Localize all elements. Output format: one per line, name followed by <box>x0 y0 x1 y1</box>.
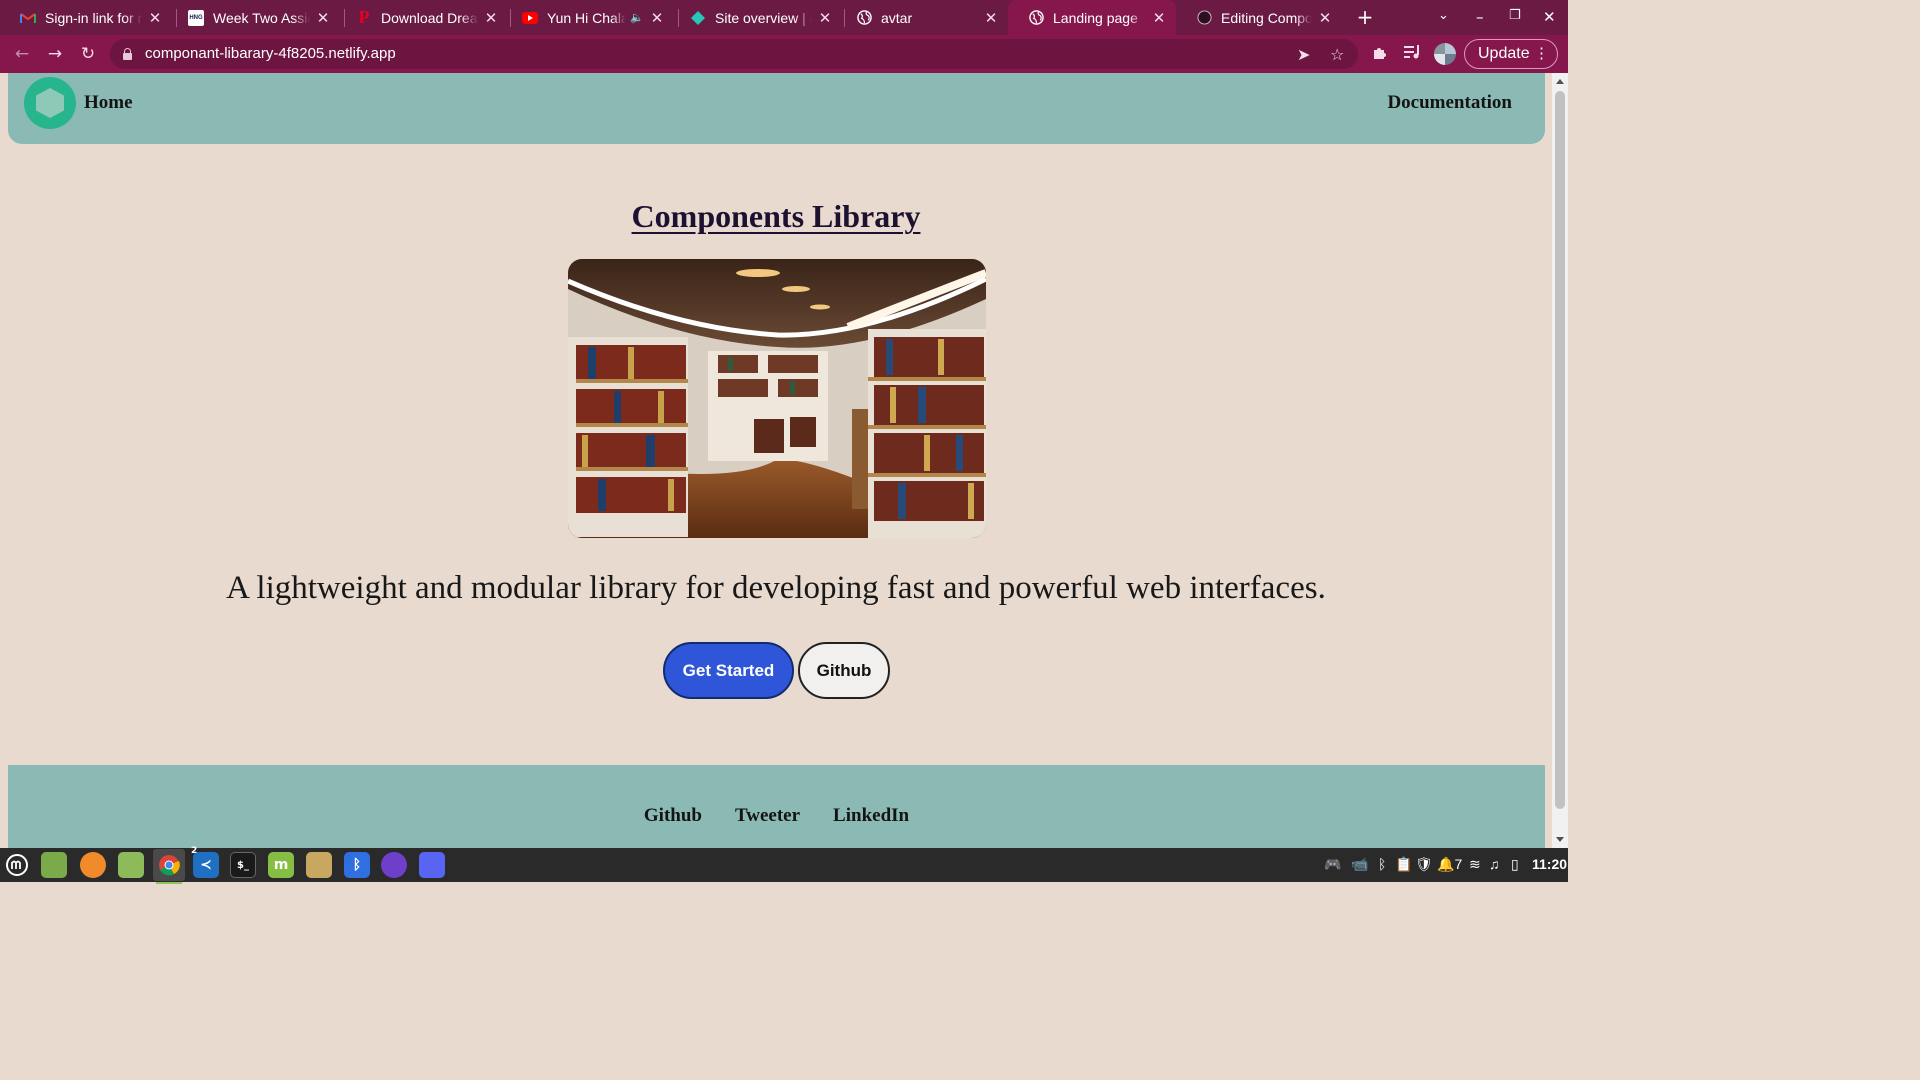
github-button[interactable]: Github <box>798 642 890 699</box>
reload-icon[interactable]: ↻ <box>78 44 98 64</box>
profile-avatar[interactable] <box>1434 43 1456 65</box>
logo-icon[interactable] <box>24 77 76 129</box>
bluetooth-icon[interactable]: ᛒ <box>344 852 370 878</box>
tab-pinterest[interactable]: P Download Dreams ✕ <box>336 0 508 35</box>
clock[interactable]: 11:20 <box>1532 856 1567 872</box>
close-icon[interactable]: ✕ <box>984 9 998 27</box>
wifi-tray-icon[interactable]: ≋ <box>1469 856 1481 873</box>
close-icon[interactable]: ✕ <box>1152 9 1166 27</box>
footer-links: Github Tweeter LinkedIn <box>8 805 1545 827</box>
files-icon[interactable] <box>41 852 67 878</box>
close-icon[interactable]: ✕ <box>1318 9 1332 27</box>
hng-icon: HNG <box>188 9 204 26</box>
send-tab-icon[interactable]: ➤ <box>1297 45 1310 64</box>
hero-image <box>568 259 986 538</box>
more-menu-icon[interactable]: ⋮ <box>1534 40 1549 68</box>
vscode-icon[interactable]: 2 ≺ <box>191 846 219 878</box>
github-desktop-icon[interactable] <box>381 852 407 878</box>
site-header: Home Documentation <box>8 73 1545 144</box>
window-close-icon[interactable]: ✕ <box>1543 8 1556 26</box>
site-footer: Github Tweeter LinkedIn <box>8 765 1545 848</box>
archive-icon[interactable] <box>306 852 332 878</box>
globe-icon <box>856 10 872 26</box>
scroll-down-icon[interactable] <box>1556 837 1564 842</box>
extensions-icon[interactable] <box>1372 44 1388 64</box>
nav-documentation-link[interactable]: Documentation <box>1387 92 1512 114</box>
update-label: Update <box>1478 45 1530 62</box>
zoom-tray-icon[interactable]: 📹 <box>1351 856 1368 873</box>
tab-title: Download Dreams <box>381 9 478 26</box>
netlify-icon <box>690 10 706 26</box>
bookmark-star-icon[interactable]: ☆ <box>1330 45 1344 64</box>
tab-youtube[interactable]: Yun Hi Chala 🔈 ✕ <box>502 0 674 35</box>
footer-link-linkedin[interactable]: LinkedIn <box>833 805 909 827</box>
chrome-icon[interactable] <box>153 849 185 884</box>
music-tray-icon[interactable]: ♫ <box>1489 856 1500 872</box>
youtube-icon <box>522 10 538 26</box>
mint-menu-icon[interactable] <box>4 852 30 878</box>
tab-title: Site overview | co <box>715 9 812 26</box>
clipboard-tray-icon[interactable]: 📋 <box>1395 856 1412 873</box>
web-page: Home Documentation Components Library A … <box>0 73 1552 848</box>
close-icon[interactable]: ✕ <box>818 9 832 27</box>
notification-count: 7 <box>1454 856 1463 872</box>
tab-avtar[interactable]: avtar ✕ <box>836 0 1008 35</box>
address-bar[interactable]: componant-libarary-4f8205.netlify.app ➤ … <box>110 39 1358 69</box>
scrollbar-thumb[interactable] <box>1555 91 1565 809</box>
taskbar: 2 ≺ $_ m ᛒ 🎮 📹 ᛒ 📋 🛡 🔔7 ≋ ♫ ▯ 11:20 <box>0 846 1568 884</box>
url-text[interactable]: componant-libarary-4f8205.netlify.app <box>145 45 396 62</box>
tab-title: Yun Hi Chala <box>547 9 627 26</box>
mint-update-icon[interactable]: m <box>268 852 294 878</box>
tagline: A lightweight and modular library for de… <box>226 570 1326 606</box>
forward-icon[interactable]: → <box>45 44 65 64</box>
firefox-icon[interactable] <box>80 852 106 878</box>
terminal-icon[interactable]: $_ <box>230 852 256 878</box>
nav-home-link[interactable]: Home <box>84 92 133 114</box>
tab-gmail[interactable]: Sign-in link for ne ✕ <box>0 0 172 35</box>
close-icon[interactable]: ✕ <box>484 9 498 27</box>
page-title[interactable]: Components Library <box>0 198 1552 235</box>
new-tab-button[interactable]: + <box>1354 6 1376 28</box>
tab-landing-page[interactable]: Landing page ✕ <box>1008 0 1176 35</box>
pinterest-icon: P <box>358 7 370 27</box>
tab-hng[interactable]: HNG Week Two Assignme ✕ <box>168 0 340 35</box>
tab-github[interactable]: Editing Componen ✕ <box>1176 0 1342 35</box>
scroll-up-icon[interactable] <box>1556 79 1564 84</box>
vscode-badge: 2 <box>191 846 198 856</box>
back-icon[interactable]: ← <box>12 44 32 64</box>
page-scrollbar[interactable] <box>1552 73 1568 848</box>
notifications-tray-icon[interactable]: 🔔7 <box>1437 856 1462 873</box>
speaker-icon[interactable]: 🔈 <box>630 11 644 24</box>
browser-toolbar: ← → ↻ componant-libarary-4f8205.netlify.… <box>0 35 1568 73</box>
tab-title: avtar <box>881 9 913 26</box>
media-queue-icon[interactable] <box>1404 44 1421 63</box>
update-button[interactable]: Update ⋮ <box>1464 39 1558 69</box>
discord-icon[interactable] <box>419 852 445 878</box>
gmail-icon <box>20 10 36 26</box>
minimize-icon[interactable]: – <box>1476 8 1484 26</box>
tab-title: Sign-in link for ne <box>45 9 142 26</box>
browser-tab-strip: Sign-in link for ne ✕ HNG Week Two Assig… <box>0 0 1568 35</box>
active-indicator <box>156 882 182 884</box>
bluetooth-tray-icon[interactable]: ᛒ <box>1378 856 1386 872</box>
tab-title: Week Two Assignme <box>213 9 310 26</box>
github-icon <box>1196 10 1212 26</box>
footer-link-tweeter[interactable]: Tweeter <box>735 805 800 827</box>
close-icon[interactable]: ✕ <box>316 9 330 27</box>
shield-tray-icon[interactable]: 🛡 <box>1415 856 1433 873</box>
tab-netlify[interactable]: Site overview | co ✕ <box>670 0 842 35</box>
lock-icon[interactable] <box>123 48 132 60</box>
close-icon[interactable]: ✕ <box>650 9 664 27</box>
tab-search-icon[interactable]: ⌄ <box>1438 8 1449 23</box>
tab-title: Landing page <box>1053 9 1138 26</box>
restore-icon[interactable]: ❐ <box>1509 8 1521 23</box>
footer-link-github[interactable]: Github <box>644 805 702 827</box>
battery-tray-icon[interactable]: ▯ <box>1511 856 1519 873</box>
globe-icon <box>1028 10 1044 26</box>
folder-icon[interactable] <box>118 852 144 878</box>
tab-title: Editing Componen <box>1221 9 1312 26</box>
discord-tray-icon[interactable]: 🎮 <box>1324 856 1341 873</box>
close-icon[interactable]: ✕ <box>148 9 162 27</box>
get-started-button[interactable]: Get Started <box>663 642 794 699</box>
